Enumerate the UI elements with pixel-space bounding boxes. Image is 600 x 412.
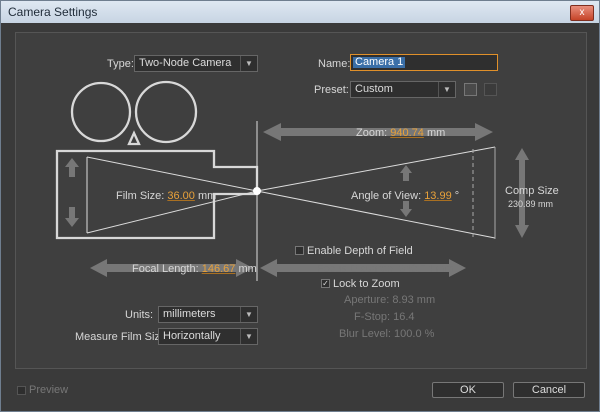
measure-film-size-value: Horizontally <box>163 330 221 342</box>
focus-distance-row: Focus Distance: 940.74 mm <box>317 263 454 275</box>
focal-length-unit: mm <box>238 263 257 275</box>
type-label: Type: <box>107 58 134 70</box>
angle-of-view-label: Angle of View: <box>351 190 422 202</box>
angle-of-view-row: Angle of View: 13.99 ° <box>351 190 459 202</box>
chevron-down-icon: ▼ <box>438 82 455 97</box>
focal-length-row: Focal Length: 146.67 mm <box>132 263 257 275</box>
film-size-value[interactable]: 36.00 <box>167 190 195 202</box>
angle-of-view-unit: ° <box>454 190 460 202</box>
name-value: Camera 1 <box>353 56 406 68</box>
focus-distance-unit: mm <box>435 263 454 275</box>
blur-level-unit: % <box>424 328 435 340</box>
chevron-down-icon: ▼ <box>240 329 257 344</box>
film-size-row: Film Size: 36.00 mm <box>116 190 216 202</box>
preview-checkbox[interactable] <box>17 386 26 395</box>
lock-to-zoom-label: Lock to Zoom <box>333 278 400 290</box>
zoom-unit: mm <box>426 127 446 139</box>
measure-film-size-dropdown[interactable]: Horizontally ▼ <box>158 328 258 345</box>
comp-size-label: Comp Size <box>505 185 559 197</box>
depth-of-field-label: Enable Depth of Field <box>307 245 413 257</box>
preset-label: Preset: <box>314 84 349 96</box>
aperture-label: Aperture: <box>344 294 390 306</box>
film-size-label: Film Size: <box>116 190 165 202</box>
blur-level-value: 100.0 <box>394 328 422 340</box>
focus-distance-value: 940.74 <box>398 263 433 275</box>
name-label: Name: <box>318 58 351 70</box>
zoom-label: Zoom: <box>356 127 388 139</box>
focal-length-label: Focal Length: <box>132 263 199 275</box>
preset-value: Custom <box>355 83 393 95</box>
preview-label: Preview <box>29 384 69 396</box>
blur-level-row: Blur Level: 100.0 % <box>339 328 434 340</box>
f-stop-value: 16.4 <box>393 311 415 323</box>
trash-icon[interactable] <box>484 83 497 96</box>
focus-distance-label: Focus Distance: <box>317 263 396 275</box>
lock-to-zoom-checkbox[interactable]: ✓ <box>321 279 330 288</box>
aperture-row: Aperture: 8.93 mm <box>344 294 435 306</box>
type-value: Two-Node Camera <box>139 57 232 69</box>
comp-size-value: 230.89 mm <box>508 199 554 209</box>
aperture-unit: mm <box>416 294 436 306</box>
depth-of-field-checkbox[interactable] <box>295 246 304 255</box>
measure-film-size-label: Measure Film Size: <box>75 331 170 343</box>
units-dropdown[interactable]: millimeters ▼ <box>158 306 258 323</box>
f-stop-label: F-Stop: <box>354 311 391 323</box>
chevron-down-icon: ▼ <box>240 56 257 71</box>
zoom-value[interactable]: 940.74 <box>390 127 424 139</box>
focal-length-value[interactable]: 146.67 <box>202 263 236 275</box>
zoom-row: Zoom: 940.74 mm <box>356 127 445 139</box>
cancel-button[interactable]: Cancel <box>513 382 585 398</box>
blur-level-label: Blur Level: <box>339 328 391 340</box>
name-input[interactable]: Camera 1 <box>350 54 498 71</box>
angle-of-view-value[interactable]: 13.99 <box>424 190 452 202</box>
camera-settings-dialog: Camera Settings x Type: Two-Node Camera … <box>0 0 600 412</box>
aperture-value: 8.93 <box>392 294 414 306</box>
chevron-down-icon: ▼ <box>240 307 257 322</box>
f-stop-row: F-Stop: 16.4 <box>354 311 415 323</box>
film-size-unit: mm <box>197 190 217 202</box>
units-value: millimeters <box>163 308 216 320</box>
save-preset-icon[interactable] <box>464 83 477 96</box>
ok-button[interactable]: OK <box>432 382 504 398</box>
preset-dropdown[interactable]: Custom ▼ <box>350 81 456 98</box>
type-dropdown[interactable]: Two-Node Camera ▼ <box>134 55 258 72</box>
units-label: Units: <box>125 309 154 321</box>
